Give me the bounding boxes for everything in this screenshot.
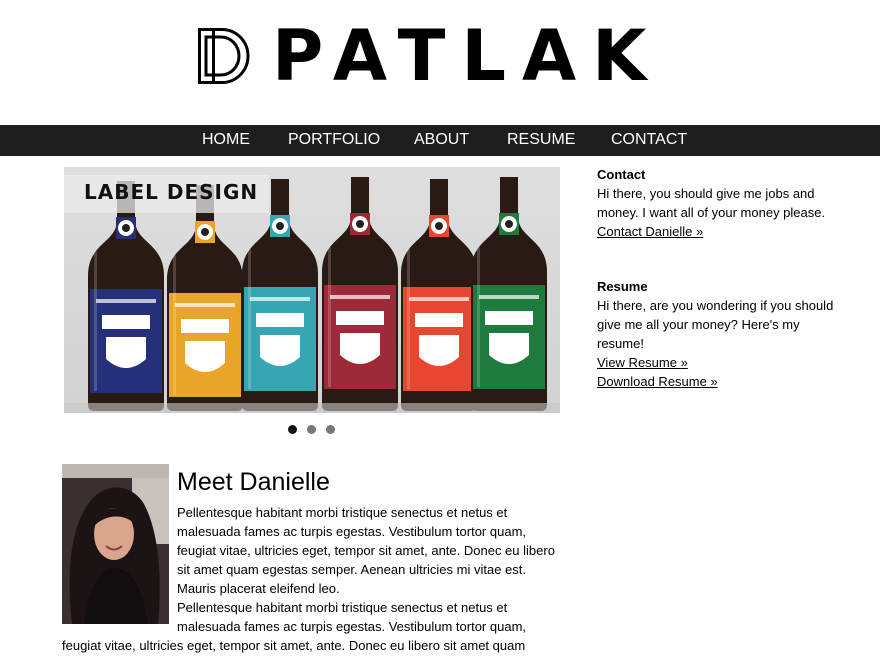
slider-dot-3[interactable] bbox=[326, 425, 335, 434]
nav-home[interactable]: HOME bbox=[202, 131, 250, 149]
main-nav: HOME PORTFOLIO ABOUT RESUME CONTACT bbox=[0, 125, 880, 156]
download-resume-link[interactable]: Download Resume » bbox=[597, 372, 837, 391]
nav-about[interactable]: ABOUT bbox=[414, 131, 469, 149]
site-header: PATLAK bbox=[0, 0, 880, 125]
nav-portfolio[interactable]: PORTFOLIO bbox=[288, 131, 380, 149]
nav-resume[interactable]: RESUME bbox=[507, 131, 575, 149]
nav-contact[interactable]: CONTACT bbox=[611, 131, 687, 149]
resume-block: Resume Hi there, are you wondering if yo… bbox=[597, 277, 837, 391]
view-resume-link[interactable]: View Resume » bbox=[597, 353, 837, 372]
about-title: Meet Danielle bbox=[177, 468, 330, 496]
logo-d-mark[interactable] bbox=[198, 28, 252, 84]
logo-wordmark[interactable]: PATLAK bbox=[272, 21, 662, 91]
slide-caption: LABEL DESIGN bbox=[84, 180, 259, 204]
portfolio-slider[interactable]: LABEL DESIGN bbox=[64, 167, 560, 413]
sidebar: Contact Hi there, you should give me job… bbox=[597, 165, 837, 389]
resume-text: Hi there, are you wondering if you shoul… bbox=[597, 298, 834, 351]
contact-heading: Contact bbox=[597, 167, 646, 182]
resume-heading: Resume bbox=[597, 279, 648, 294]
contact-text: Hi there, you should give me jobs and mo… bbox=[597, 186, 826, 220]
about-bio: Pellentesque habitant morbi tristique se… bbox=[62, 503, 562, 655]
slider-dot-2[interactable] bbox=[307, 425, 316, 434]
contact-link[interactable]: Contact Danielle » bbox=[597, 222, 837, 241]
contact-block: Contact Hi there, you should give me job… bbox=[597, 165, 837, 241]
slider-dot-1[interactable] bbox=[288, 425, 297, 434]
